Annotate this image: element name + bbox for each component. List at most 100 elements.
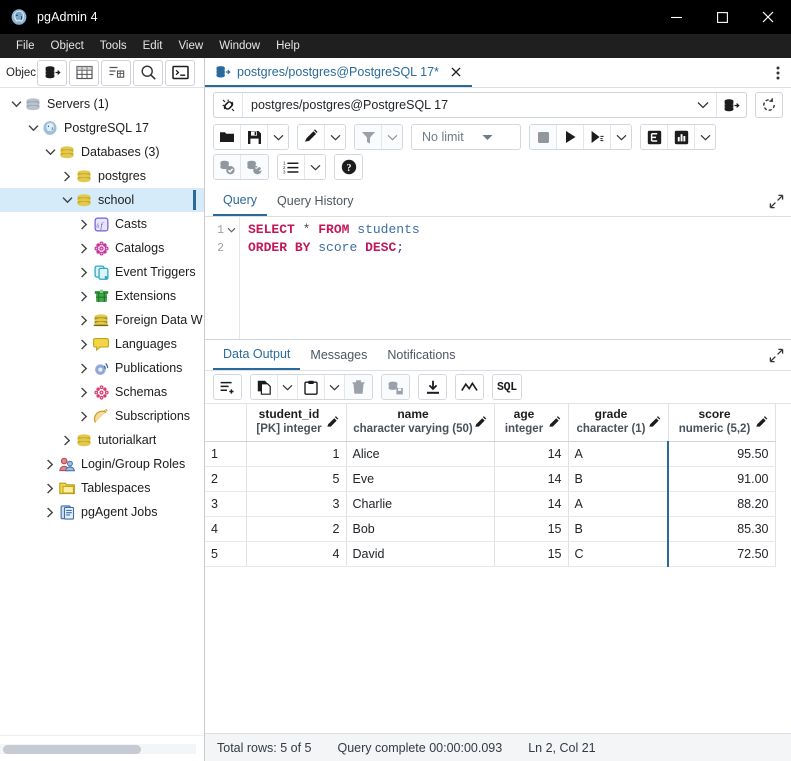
open-file-button[interactable] <box>214 125 241 149</box>
explain-dropdown[interactable] <box>695 125 715 149</box>
chevron-down-icon[interactable] <box>42 148 58 156</box>
chevron-right-icon[interactable] <box>76 411 92 422</box>
filter-button[interactable] <box>355 125 382 149</box>
row-number[interactable]: 3 <box>205 491 246 516</box>
tree-node-tablespaces[interactable]: Tablespaces <box>0 476 204 500</box>
chevron-right-icon[interactable] <box>76 387 92 398</box>
data-grid-scroll[interactable]: student_id[PK] integernamecharacter vary… <box>205 404 791 733</box>
menu-edit[interactable]: Edit <box>135 37 171 55</box>
tree-node-languages[interactable]: Languages <box>0 332 204 356</box>
filter-dropdown[interactable] <box>382 125 402 149</box>
row-number[interactable]: 5 <box>205 541 246 566</box>
close-icon[interactable] <box>745 0 791 34</box>
pencil-icon[interactable] <box>326 407 340 432</box>
tree-node-event-triggers[interactable]: Event Triggers <box>0 260 204 284</box>
chevron-right-icon[interactable] <box>76 267 92 278</box>
terminal-icon[interactable] <box>165 60 195 86</box>
tab-query[interactable]: Query <box>213 186 267 216</box>
save-file-dropdown[interactable] <box>268 125 288 149</box>
tree-node-school[interactable]: school <box>0 188 204 212</box>
cell-grade[interactable]: C <box>568 541 668 566</box>
cell-name[interactable]: Charlie <box>346 491 494 516</box>
tab-notifications[interactable]: Notifications <box>377 340 465 370</box>
close-icon[interactable] <box>449 64 464 79</box>
macros-button[interactable]: 1 2 3 <box>278 155 305 179</box>
trash-icon[interactable] <box>345 375 372 399</box>
cell-student_id[interactable]: 5 <box>246 466 346 491</box>
rollback-button[interactable] <box>241 155 268 179</box>
cell-student_id[interactable]: 1 <box>246 441 346 466</box>
maximize-icon[interactable] <box>699 0 745 34</box>
tab-query-tool[interactable]: postgres/postgres@PostgreSQL 17* <box>205 58 472 87</box>
chevron-right-icon[interactable] <box>76 243 92 254</box>
tree-node-subscriptions[interactable]: Subscriptions <box>0 404 204 428</box>
row-limit-select[interactable]: No limit <box>411 124 521 150</box>
reload-icon[interactable] <box>755 92 783 118</box>
cell-age[interactable]: 14 <box>494 491 568 516</box>
add-row-icon[interactable] <box>214 375 241 399</box>
pencil-icon[interactable] <box>548 407 562 432</box>
menu-tools[interactable]: Tools <box>92 37 135 55</box>
sql-pane-icon[interactable] <box>101 60 131 86</box>
cell-age[interactable]: 14 <box>494 466 568 491</box>
database-server-icon[interactable] <box>716 93 746 117</box>
cell-name[interactable]: Alice <box>346 441 494 466</box>
chevron-right-icon[interactable] <box>42 483 58 494</box>
sql-code[interactable]: SELECT * FROM studentsORDER BY score DES… <box>240 217 791 339</box>
cell-score[interactable]: 91.00 <box>668 466 775 491</box>
cell-grade[interactable]: A <box>568 491 668 516</box>
query-sql-button[interactable]: SQL <box>493 375 521 399</box>
row-number[interactable]: 4 <box>205 516 246 541</box>
menu-file[interactable]: File <box>8 37 43 55</box>
table-row[interactable]: 42Bob15B85.30 <box>205 516 775 541</box>
chevron-right-icon[interactable] <box>42 507 58 518</box>
menu-view[interactable]: View <box>170 37 211 55</box>
cell-score[interactable]: 88.20 <box>668 491 775 516</box>
sql-editor[interactable]: 12 SELECT * FROM studentsORDER BY score … <box>205 217 791 340</box>
tree-node-login-group-roles[interactable]: Login/Group Roles <box>0 452 204 476</box>
column-header-student_id[interactable]: student_id[PK] integer <box>246 404 346 441</box>
object-tree[interactable]: Servers (1)PostgreSQL 17Databases (3)pos… <box>0 88 204 735</box>
cell-score[interactable]: 72.50 <box>668 541 775 566</box>
cell-name[interactable]: Bob <box>346 516 494 541</box>
expand-icon[interactable] <box>761 340 791 370</box>
explain-analyze-button[interactable] <box>668 125 695 149</box>
pencil-icon[interactable] <box>474 407 488 432</box>
save-data-icon[interactable] <box>382 375 409 399</box>
minimize-icon[interactable] <box>653 0 699 34</box>
download-icon[interactable] <box>419 375 446 399</box>
chevron-right-icon[interactable] <box>59 435 75 446</box>
copy-icon[interactable] <box>251 375 278 399</box>
cell-name[interactable]: David <box>346 541 494 566</box>
tree-node-servers-1[interactable]: Servers (1) <box>0 92 204 116</box>
explorer-hscrollbar-thumb[interactable] <box>3 745 141 754</box>
column-header-age[interactable]: ageinteger <box>494 404 568 441</box>
cell-grade[interactable]: B <box>568 466 668 491</box>
tab-data-output[interactable]: Data Output <box>213 340 300 370</box>
tree-node-foreign-data-w[interactable]: Foreign Data W <box>0 308 204 332</box>
chevron-down-icon[interactable] <box>227 227 236 233</box>
chevron-right-icon[interactable] <box>76 219 92 230</box>
macros-dropdown[interactable] <box>305 155 325 179</box>
tab-messages[interactable]: Messages <box>300 340 377 370</box>
column-header-grade[interactable]: gradecharacter (1) <box>568 404 668 441</box>
cell-age[interactable]: 14 <box>494 441 568 466</box>
tree-node-postgresql-17[interactable]: PostgreSQL 17 <box>0 116 204 140</box>
tree-node-pgagent-jobs[interactable]: pgAgent Jobs <box>0 500 204 524</box>
search-icon[interactable] <box>133 60 163 86</box>
cell-age[interactable]: 15 <box>494 516 568 541</box>
execute-dropdown[interactable] <box>611 125 631 149</box>
cell-score[interactable]: 95.50 <box>668 441 775 466</box>
tree-node-schemas[interactable]: Schemas <box>0 380 204 404</box>
cell-student_id[interactable]: 3 <box>246 491 346 516</box>
pencil-icon[interactable] <box>648 407 662 432</box>
cell-grade[interactable]: A <box>568 441 668 466</box>
chevron-right-icon[interactable] <box>42 459 58 470</box>
column-header-name[interactable]: namecharacter varying (50) <box>346 404 494 441</box>
menu-object[interactable]: Object <box>43 37 92 55</box>
cell-age[interactable]: 15 <box>494 541 568 566</box>
explain-button[interactable] <box>641 125 668 149</box>
chevron-down-icon[interactable] <box>25 124 41 132</box>
tree-node-postgres[interactable]: postgres <box>0 164 204 188</box>
row-number-header[interactable] <box>205 404 246 441</box>
